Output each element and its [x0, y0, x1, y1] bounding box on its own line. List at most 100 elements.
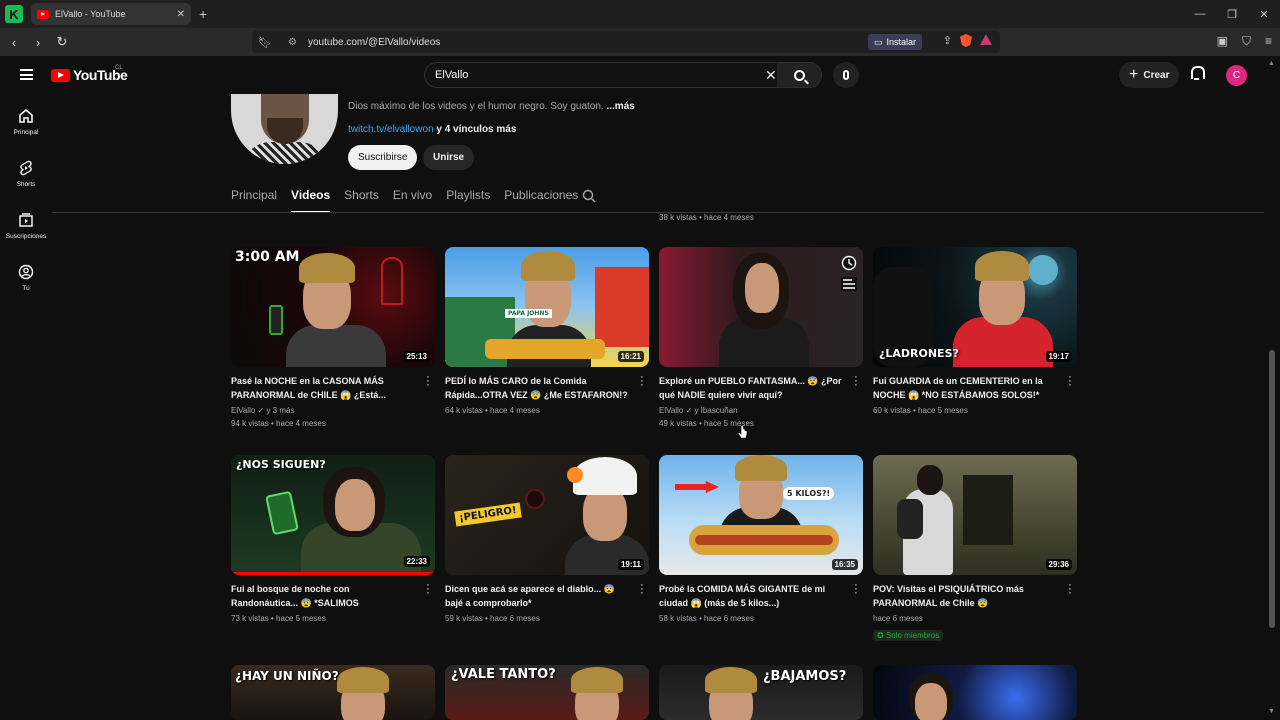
add-to-queue-icon[interactable]: [841, 277, 857, 291]
minimize-button[interactable]: —: [1184, 8, 1216, 20]
share-icon[interactable]: ⇪: [943, 34, 952, 47]
sidebar-item-shorts[interactable]: Shorts: [0, 160, 52, 188]
tab-playlists[interactable]: Playlists: [446, 188, 490, 212]
rewards-icon[interactable]: [980, 34, 992, 45]
clear-search-icon[interactable]: ✕: [765, 67, 777, 84]
video-thumbnail[interactable]: PAPA JOHNS 16:21: [445, 247, 649, 367]
video-thumbnail[interactable]: ¿VALE TANTO?: [445, 665, 649, 720]
video-card[interactable]: ¡PELIGRO! 19:11 Dicen que acá se aparece…: [445, 455, 649, 625]
more-options-icon[interactable]: · · ·: [1067, 580, 1073, 599]
description-more-link[interactable]: ...más: [606, 101, 634, 112]
video-title[interactable]: POV: Visitas el PSIQUIÁTRICO más PARANOR…: [873, 582, 1057, 610]
sidebar-item-principal[interactable]: Principal: [0, 108, 52, 136]
join-button[interactable]: Unirse: [423, 145, 475, 170]
video-authors[interactable]: ElVallo ✓ y 3 más: [231, 406, 294, 415]
monitor-icon: ▭: [873, 36, 883, 47]
video-thumbnail[interactable]: 5 KILOS?! 16:35: [659, 455, 863, 575]
video-authors[interactable]: ElVallo ✓ y Ibascuñan: [659, 406, 738, 415]
hamburger-menu-icon[interactable]: [20, 69, 33, 80]
video-thumbnail[interactable]: 3:00 AM 25:13: [231, 247, 435, 367]
scroll-up-arrow[interactable]: ▲: [1268, 60, 1275, 67]
video-title[interactable]: Dicen que acá se aparece el diablo... 😨 …: [445, 582, 629, 610]
video-thumbnail[interactable]: [873, 665, 1077, 720]
video-card[interactable]: ¿NOS SIGUEN? 22:33 Fui al bosque de noch…: [231, 455, 435, 625]
maximize-button[interactable]: ❐: [1216, 8, 1248, 21]
video-thumbnail[interactable]: [659, 247, 863, 367]
video-card[interactable]: 29:36 POV: Visitas el PSIQUIÁTRICO más P…: [873, 455, 1077, 643]
tab-en-vivo[interactable]: En vivo: [393, 188, 432, 212]
video-thumbnail[interactable]: ¿LADRONES? 19:17: [873, 247, 1077, 367]
video-title[interactable]: Pasé la NOCHE en la CASONA MÁS PARANORMA…: [231, 374, 415, 402]
search-input[interactable]: [435, 69, 755, 81]
tab-principal[interactable]: Principal: [231, 188, 277, 212]
url-text[interactable]: youtube.com/@ElVallo/videos: [308, 37, 440, 48]
vpn-icon[interactable]: ⛉: [1242, 34, 1251, 49]
reader-icon[interactable]: ▣: [1217, 34, 1228, 49]
tab-close-icon[interactable]: ✕: [177, 9, 185, 20]
video-card[interactable]: ¿VALE TANTO?: [445, 665, 649, 720]
back-button[interactable]: ‹: [4, 35, 24, 50]
video-title[interactable]: Exploré un PUEBLO FANTASMA... 😨 ¿Por qué…: [659, 374, 843, 402]
voice-search-button[interactable]: [833, 62, 859, 88]
bookmark-icon[interactable]: 🔖︎: [258, 36, 278, 49]
page-scrollbar[interactable]: ▲ ▼: [1264, 56, 1280, 720]
video-thumbnail[interactable]: ¿BAJAMOS?: [659, 665, 863, 720]
more-options-icon[interactable]: · · ·: [425, 580, 431, 599]
channel-description[interactable]: Dios máximo de los videos y el humor neg…: [348, 101, 635, 112]
notifications-bell-icon[interactable]: [1190, 66, 1205, 81]
browser-tab[interactable]: ElVallo - YouTube ✕: [31, 3, 191, 25]
sidebar-item-suscripciones[interactable]: Suscripciones: [0, 212, 52, 240]
menu-icon[interactable]: ≡: [1265, 34, 1272, 49]
channel-links[interactable]: twitch.tv/elvallowon y 4 vínculos más: [348, 124, 516, 135]
scrollbar-thumb[interactable]: [1269, 350, 1275, 628]
video-card[interactable]: 5 KILOS?! 16:35 Probé la COMIDA MÁS GIGA…: [659, 455, 863, 625]
youtube-logo[interactable]: YouTube CL: [51, 65, 128, 83]
address-bar[interactable]: 🔖︎ ⚙︎ youtube.com/@ElVallo/videos ▭ Inst…: [252, 31, 1000, 53]
site-info-icon[interactable]: ⚙︎: [288, 37, 302, 48]
more-options-icon[interactable]: · · ·: [639, 580, 645, 599]
video-card[interactable]: Exploré un PUEBLO FANTASMA... 😨 ¿Por qué…: [659, 247, 863, 430]
forward-button[interactable]: ›: [28, 35, 48, 50]
video-card[interactable]: PAPA JOHNS 16:21 PEDÍ lo MÁS CARO de la …: [445, 247, 649, 417]
brave-shield-icon[interactable]: [960, 34, 972, 47]
twitch-link[interactable]: twitch.tv/elvallowon: [348, 124, 434, 135]
new-tab-button[interactable]: +: [199, 6, 207, 22]
more-options-icon[interactable]: · · ·: [853, 372, 859, 391]
tab-shorts[interactable]: Shorts: [344, 188, 379, 212]
video-card[interactable]: ¿LADRONES? 19:17 Fui GUARDIA de un CEMEN…: [873, 247, 1077, 417]
watch-later-icon[interactable]: [841, 255, 857, 271]
subscribe-button[interactable]: Suscribirse: [348, 145, 418, 170]
video-card[interactable]: ¿HAY UN NIÑO?: [231, 665, 435, 720]
more-options-icon[interactable]: · · ·: [853, 580, 859, 599]
install-app-button[interactable]: ▭ Instalar: [867, 34, 922, 50]
search-button[interactable]: [777, 63, 821, 87]
video-card[interactable]: ¿BAJAMOS?: [659, 665, 863, 720]
tab-videos[interactable]: Videos: [291, 188, 331, 213]
video-thumbnail[interactable]: 29:36: [873, 455, 1077, 575]
video-card[interactable]: [873, 665, 1077, 720]
tab-publicaciones[interactable]: Publicaciones: [504, 188, 578, 212]
more-options-icon[interactable]: · · ·: [425, 372, 431, 391]
video-title[interactable]: Fui al bosque de noche con Randonáutica.…: [231, 582, 415, 610]
video-thumbnail[interactable]: ¡PELIGRO! 19:11: [445, 455, 649, 575]
video-thumbnail[interactable]: ¿NOS SIGUEN? 22:33: [231, 455, 435, 575]
video-title[interactable]: Probé la COMIDA MÁS GIGANTE de mi ciudad…: [659, 582, 843, 610]
description-text: Dios máximo de los videos y el humor neg…: [348, 101, 604, 112]
video-title[interactable]: Fui GUARDIA de un CEMENTERIO en la NOCHE…: [873, 374, 1057, 402]
channel-avatar[interactable]: [231, 94, 338, 164]
youtube-favicon-icon: [37, 9, 49, 19]
more-links[interactable]: y 4 vínculos más: [436, 124, 516, 135]
scroll-down-arrow[interactable]: ▼: [1268, 708, 1275, 715]
video-title[interactable]: PEDÍ lo MÁS CARO de la Comida Rápida...O…: [445, 374, 629, 402]
more-options-icon[interactable]: · · ·: [639, 372, 645, 391]
browser-app-icon[interactable]: K: [5, 5, 23, 23]
reload-button[interactable]: ↻: [52, 34, 72, 50]
close-window-button[interactable]: ✕: [1248, 8, 1280, 21]
sidebar-item-tu[interactable]: Tú: [0, 264, 52, 292]
video-thumbnail[interactable]: ¿HAY UN NIÑO?: [231, 665, 435, 720]
channel-search-icon[interactable]: [582, 189, 596, 208]
create-button[interactable]: + Crear: [1119, 62, 1180, 88]
more-options-icon[interactable]: · · ·: [1067, 372, 1073, 391]
video-card[interactable]: 3:00 AM 25:13 Pasé la NOCHE en la CASONA…: [231, 247, 435, 430]
account-avatar[interactable]: C: [1226, 65, 1247, 86]
